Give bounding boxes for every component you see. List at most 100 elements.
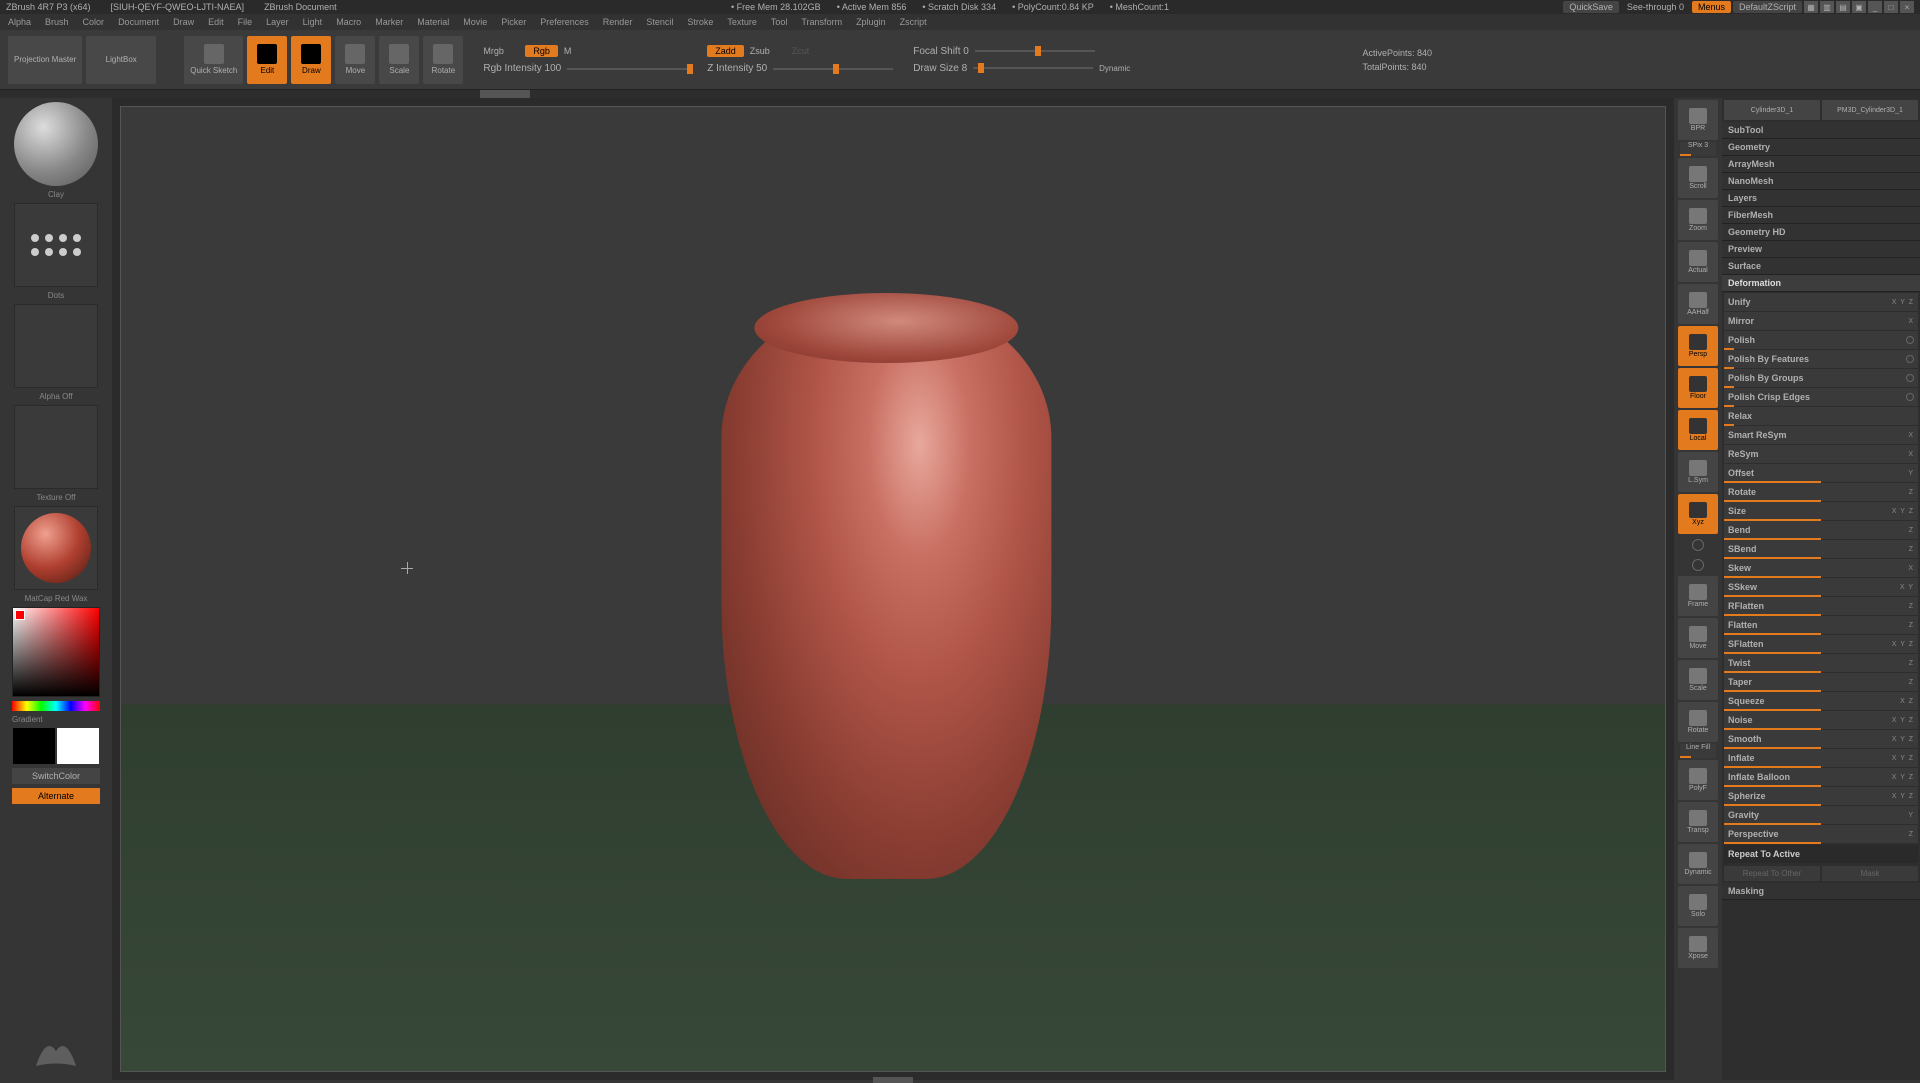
section-geometry[interactable]: Geometry <box>1722 139 1920 156</box>
deform-smart-resym[interactable]: Smart ReSymX <box>1724 426 1918 444</box>
deform-rflatten[interactable]: RFlattenZ <box>1724 597 1918 615</box>
viewport[interactable] <box>120 106 1666 1072</box>
seethrough-slider[interactable]: See-through 0 <box>1621 1 1690 13</box>
dynamic-label[interactable]: Dynamic <box>1099 64 1130 73</box>
deform-unify[interactable]: UnifyX Y Z <box>1724 293 1918 311</box>
deform-polish-crisp-edges[interactable]: Polish Crisp Edges <box>1724 388 1918 406</box>
move-button[interactable]: Move <box>1678 618 1718 658</box>
repeat-to-active-button[interactable]: Repeat To Active <box>1724 845 1918 863</box>
zadd-button[interactable]: Zadd <box>707 45 744 57</box>
xyz-button[interactable]: Xyz <box>1678 494 1718 534</box>
menu-material[interactable]: Material <box>417 17 449 27</box>
rotate-button[interactable]: Rotate <box>423 36 463 84</box>
tool-header-1[interactable]: Cylinder3D_1 <box>1724 100 1820 120</box>
quicksave-button[interactable]: QuickSave <box>1563 1 1619 13</box>
layout-2-icon[interactable]: ▥ <box>1820 1 1834 13</box>
menu-stroke[interactable]: Stroke <box>687 17 713 27</box>
actual-button[interactable]: Actual <box>1678 242 1718 282</box>
menu-movie[interactable]: Movie <box>463 17 487 27</box>
swatch-white[interactable] <box>57 728 99 764</box>
texture-thumbnail[interactable] <box>14 405 98 489</box>
m-button[interactable]: M <box>564 46 600 56</box>
focal-shift-slider[interactable] <box>975 50 1095 52</box>
menu-marker[interactable]: Marker <box>375 17 403 27</box>
nav-dot-icon[interactable] <box>1692 539 1704 551</box>
z-intensity-slider[interactable] <box>773 68 893 70</box>
zoom-button[interactable]: Zoom <box>1678 200 1718 240</box>
stroke-thumbnail[interactable] <box>14 203 98 287</box>
menu-file[interactable]: File <box>238 17 253 27</box>
edit-button[interactable]: Edit <box>247 36 287 84</box>
menus-button[interactable]: Menus <box>1692 1 1731 13</box>
deform-size[interactable]: SizeX Y Z <box>1724 502 1918 520</box>
canvas-resize-handle[interactable] <box>873 1077 913 1083</box>
mesh-object[interactable] <box>721 299 1051 879</box>
deform-smooth[interactable]: SmoothX Y Z <box>1724 730 1918 748</box>
zsub-button[interactable]: Zsub <box>750 46 786 56</box>
section-geometry-hd[interactable]: Geometry HD <box>1722 224 1920 241</box>
hue-slider[interactable] <box>12 701 100 711</box>
rotate-button[interactable]: Rotate <box>1678 702 1718 742</box>
layout-1-icon[interactable]: ▦ <box>1804 1 1818 13</box>
repeat-to-other-button[interactable]: Repeat To Other <box>1724 866 1820 881</box>
deform-inflate-balloon[interactable]: Inflate BalloonX Y Z <box>1724 768 1918 786</box>
section-layers[interactable]: Layers <box>1722 190 1920 207</box>
zcut-button[interactable]: Zcut <box>792 46 828 56</box>
menu-light[interactable]: Light <box>303 17 323 27</box>
deform-mirror[interactable]: MirrorX <box>1724 312 1918 330</box>
toolbar-scrollbar[interactable] <box>0 90 1920 98</box>
linefill-slider[interactable]: Line Fill <box>1680 744 1716 758</box>
bpr-button[interactable]: BPR <box>1678 100 1718 140</box>
dynamic-button[interactable]: Dynamic <box>1678 844 1718 884</box>
menu-document[interactable]: Document <box>118 17 159 27</box>
polyf-button[interactable]: PolyF <box>1678 760 1718 800</box>
mrgb-button[interactable]: Mrgb <box>483 46 519 56</box>
section-preview[interactable]: Preview <box>1722 241 1920 258</box>
menu-texture[interactable]: Texture <box>727 17 757 27</box>
deform-sflatten[interactable]: SFlattenX Y Z <box>1724 635 1918 653</box>
color-picker[interactable] <box>12 607 100 697</box>
scroll-button[interactable]: Scroll <box>1678 158 1718 198</box>
solo-button[interactable]: Solo <box>1678 886 1718 926</box>
deform-polish[interactable]: Polish <box>1724 331 1918 349</box>
deform-flatten[interactable]: FlattenZ <box>1724 616 1918 634</box>
menu-draw[interactable]: Draw <box>173 17 194 27</box>
brush-thumbnail[interactable] <box>14 102 98 186</box>
menu-stencil[interactable]: Stencil <box>646 17 673 27</box>
rgb-button[interactable]: Rgb <box>525 45 558 57</box>
deform-perspective[interactable]: PerspectiveZ <box>1724 825 1918 843</box>
deform-noise[interactable]: NoiseX Y Z <box>1724 711 1918 729</box>
tool-header-2[interactable]: PM3D_Cylinder3D_1 <box>1822 100 1918 120</box>
quicksketch-button[interactable]: Quick Sketch <box>184 36 243 84</box>
swatch-black[interactable] <box>13 728 55 764</box>
section-surface[interactable]: Surface <box>1722 258 1920 275</box>
nav-dot-icon[interactable] <box>1692 559 1704 571</box>
menu-tool[interactable]: Tool <box>771 17 788 27</box>
xpose-button[interactable]: Xpose <box>1678 928 1718 968</box>
section-masking[interactable]: Masking <box>1722 883 1920 900</box>
section-fibermesh[interactable]: FiberMesh <box>1722 207 1920 224</box>
deform-skew[interactable]: SkewX <box>1724 559 1918 577</box>
mask-button[interactable]: Mask <box>1822 866 1918 881</box>
deform-sbend[interactable]: SBendZ <box>1724 540 1918 558</box>
menu-picker[interactable]: Picker <box>501 17 526 27</box>
section-arraymesh[interactable]: ArrayMesh <box>1722 156 1920 173</box>
maximize-icon[interactable]: □ <box>1884 1 1898 13</box>
draw-size-slider[interactable] <box>973 67 1093 69</box>
deform-gravity[interactable]: GravityY <box>1724 806 1918 824</box>
menu-alpha[interactable]: Alpha <box>8 17 31 27</box>
material-thumbnail[interactable] <box>14 506 98 590</box>
section-subtool[interactable]: SubTool <box>1722 122 1920 139</box>
alpha-thumbnail[interactable] <box>14 304 98 388</box>
gradient-button[interactable]: Gradient <box>12 715 100 724</box>
deform-squeeze[interactable]: SqueezeX Z <box>1724 692 1918 710</box>
close-icon[interactable]: × <box>1900 1 1914 13</box>
menu-preferences[interactable]: Preferences <box>540 17 589 27</box>
scale-button[interactable]: Scale <box>379 36 419 84</box>
menu-zscript[interactable]: Zscript <box>900 17 927 27</box>
persp-button[interactable]: Persp <box>1678 326 1718 366</box>
section-deformation[interactable]: Deformation <box>1722 275 1920 292</box>
menu-color[interactable]: Color <box>83 17 105 27</box>
lightbox-button[interactable]: LightBox <box>86 36 156 84</box>
alternate-button[interactable]: Alternate <box>12 788 100 804</box>
